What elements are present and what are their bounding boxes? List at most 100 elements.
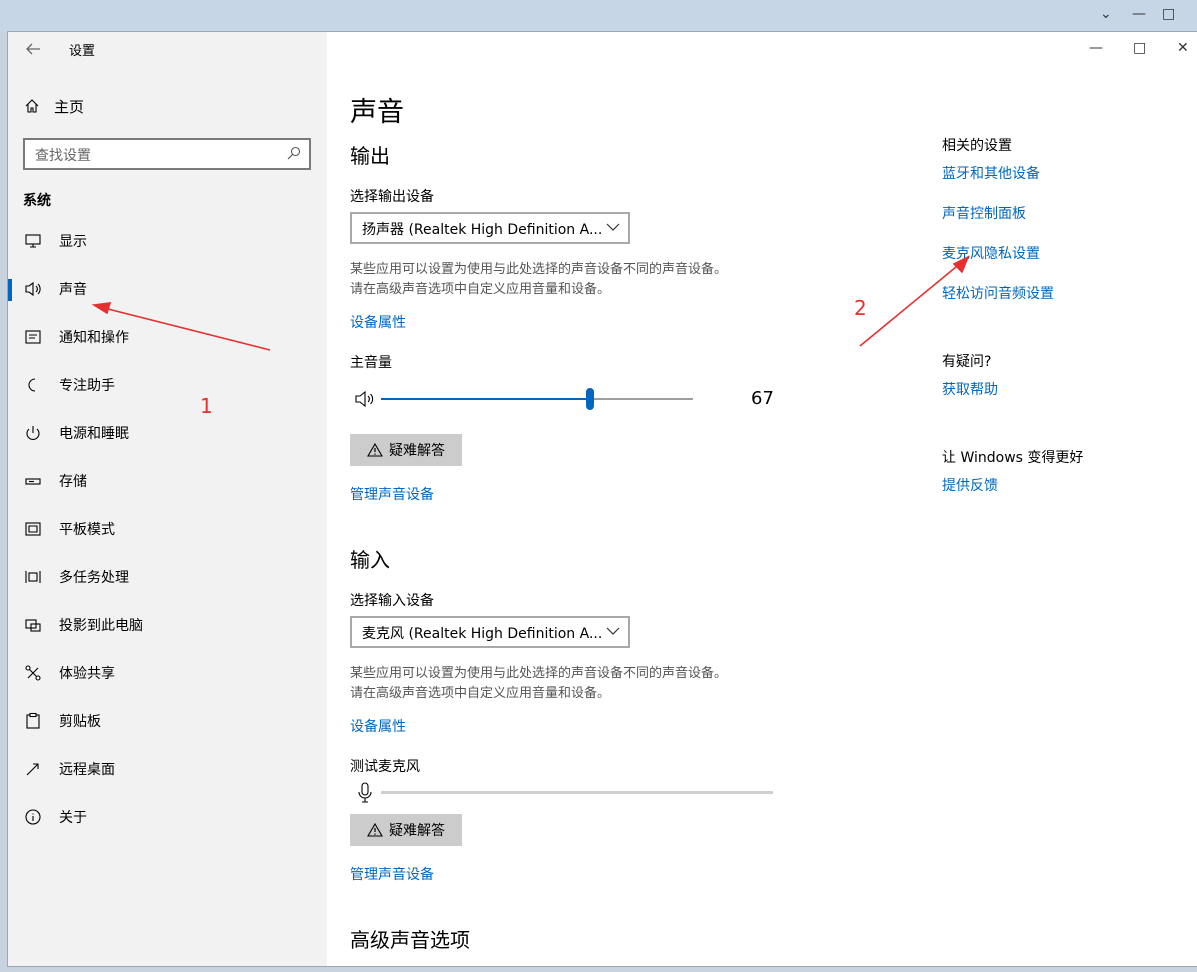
sidebar-home-label: 主页 bbox=[54, 97, 85, 116]
volume-slider[interactable] bbox=[381, 388, 693, 410]
sidebar-item-label: 通知和操作 bbox=[59, 330, 129, 346]
chevron-down-icon bbox=[606, 223, 620, 231]
clipboard-icon bbox=[23, 711, 43, 731]
advanced-heading: 高级声音选项 bbox=[350, 928, 470, 952]
home-icon bbox=[25, 99, 39, 113]
input-troubleshoot-label: 疑难解答 bbox=[389, 823, 445, 839]
output-description-line1: 某些应用可以设置为使用与此处选择的声音设备不同的声音设备。 bbox=[350, 262, 728, 277]
related-link-bluetooth[interactable]: 蓝牙和其他设备 bbox=[942, 163, 1040, 183]
input-manage-link[interactable]: 管理声音设备 bbox=[350, 864, 434, 884]
output-description-line2: 请在高级声音选项中自定义应用音量和设备。 bbox=[350, 282, 611, 297]
feedback-heading: 让 Windows 变得更好 bbox=[942, 450, 1084, 466]
main-content: — □ ✕ 声音 输出 选择输出设备 扬声器 (Realtek High Def… bbox=[327, 32, 1197, 966]
chevron-down-icon[interactable]: ⌄ bbox=[1100, 6, 1112, 22]
sidebar-item[interactable]: 剪贴板 bbox=[8, 705, 327, 737]
close-icon[interactable]: ✕ bbox=[1177, 40, 1189, 56]
warning-icon bbox=[367, 443, 383, 457]
output-properties-link[interactable]: 设备属性 bbox=[350, 312, 406, 332]
sidebar-item-label: 专注助手 bbox=[59, 378, 115, 394]
output-device-value: 扬声器 (Realtek High Definition A... bbox=[362, 222, 603, 238]
project-icon bbox=[23, 615, 43, 635]
maximize-icon[interactable]: □ bbox=[1133, 40, 1146, 56]
search-placeholder: 查找设置 bbox=[35, 148, 91, 164]
speaker-icon bbox=[23, 279, 43, 299]
test-mic-label: 测试麦克风 bbox=[350, 759, 420, 775]
tablet-icon bbox=[23, 519, 43, 539]
share-icon bbox=[23, 663, 43, 683]
moon-icon bbox=[23, 375, 43, 395]
sidebar-home[interactable]: 主页 bbox=[24, 95, 84, 117]
output-troubleshoot-label: 疑难解答 bbox=[389, 443, 445, 459]
sidebar-item[interactable]: 声音 bbox=[8, 273, 327, 305]
input-description-line1: 某些应用可以设置为使用与此处选择的声音设备不同的声音设备。 bbox=[350, 666, 728, 681]
settings-window: 设置 主页 查找设置 系统 显示 声音 通知和操作 专注助手 电源和睡眠 存储 平板模式 多任… bbox=[8, 32, 1197, 966]
power-icon bbox=[23, 423, 43, 443]
microphone-icon bbox=[358, 782, 372, 803]
chevron-down-icon bbox=[606, 627, 620, 635]
warning-icon bbox=[367, 823, 383, 837]
sidebar-item[interactable]: 通知和操作 bbox=[8, 321, 327, 353]
monitor-icon bbox=[23, 231, 43, 251]
output-heading: 输出 bbox=[350, 144, 390, 168]
sidebar-item[interactable]: 多任务处理 bbox=[8, 561, 327, 593]
multitask-icon bbox=[23, 567, 43, 587]
sidebar-item[interactable]: 关于 bbox=[8, 801, 327, 833]
input-device-value: 麦克风 (Realtek High Definition A... bbox=[362, 626, 603, 642]
sidebar-item-label: 平板模式 bbox=[59, 522, 115, 538]
search-icon bbox=[287, 146, 301, 160]
sidebar-item-label: 多任务处理 bbox=[59, 570, 129, 586]
mic-level-meter bbox=[381, 791, 773, 794]
output-troubleshoot-button[interactable]: 疑难解答 bbox=[350, 434, 462, 466]
volume-label: 主音量 bbox=[350, 355, 392, 371]
background-window-titlebar: ⌄ — □ bbox=[0, 0, 1197, 32]
input-select-label: 选择输入设备 bbox=[350, 593, 434, 609]
sidebar: 设置 主页 查找设置 系统 显示 声音 通知和操作 专注助手 电源和睡眠 存储 平板模式 多任… bbox=[8, 32, 327, 966]
output-device-select[interactable]: 扬声器 (Realtek High Definition A... bbox=[350, 212, 630, 244]
output-description: 某些应用可以设置为使用与此处选择的声音设备不同的声音设备。 请在高级声音选项中自… bbox=[350, 260, 727, 300]
sidebar-item[interactable]: 专注助手 bbox=[8, 369, 327, 401]
input-description: 某些应用可以设置为使用与此处选择的声音设备不同的声音设备。 请在高级声音选项中自… bbox=[350, 664, 727, 704]
related-link-mic-privacy[interactable]: 麦克风隐私设置 bbox=[942, 243, 1040, 263]
input-description-line2: 请在高级声音选项中自定义应用音量和设备。 bbox=[350, 686, 611, 701]
speaker-icon[interactable] bbox=[354, 390, 376, 408]
output-select-label: 选择输出设备 bbox=[350, 189, 434, 205]
notification-icon bbox=[23, 327, 43, 347]
maximize-icon[interactable]: □ bbox=[1162, 6, 1175, 22]
back-arrow-icon[interactable] bbox=[24, 40, 42, 58]
sidebar-item-label: 存储 bbox=[59, 474, 87, 490]
get-help-link[interactable]: 获取帮助 bbox=[942, 379, 998, 399]
info-icon bbox=[23, 807, 43, 827]
output-manage-link[interactable]: 管理声音设备 bbox=[350, 484, 434, 504]
page-title: 声音 bbox=[350, 97, 404, 128]
related-settings-heading: 相关的设置 bbox=[942, 138, 1012, 154]
sidebar-item-label: 投影到此电脑 bbox=[59, 618, 143, 634]
volume-slider-thumb[interactable] bbox=[586, 388, 595, 410]
annotation-label-2: 2 bbox=[854, 296, 867, 320]
sidebar-item-label: 关于 bbox=[59, 810, 87, 826]
sidebar-item[interactable]: 远程桌面 bbox=[8, 753, 327, 785]
search-input[interactable]: 查找设置 bbox=[23, 138, 311, 170]
sidebar-item[interactable]: 体验共享 bbox=[8, 657, 327, 689]
sidebar-item[interactable]: 投影到此电脑 bbox=[8, 609, 327, 641]
related-link-sound-control-panel[interactable]: 声音控制面板 bbox=[942, 203, 1026, 223]
sidebar-item-label: 剪贴板 bbox=[59, 714, 101, 730]
sidebar-item[interactable]: 存储 bbox=[8, 465, 327, 497]
annotation-label-1: 1 bbox=[200, 394, 213, 418]
sidebar-item[interactable]: 显示 bbox=[8, 225, 327, 257]
minimize-icon[interactable]: — bbox=[1089, 40, 1103, 56]
sidebar-item[interactable]: 电源和睡眠 bbox=[8, 417, 327, 449]
remote-desktop-icon bbox=[23, 759, 43, 779]
related-link-ease-of-access-audio[interactable]: 轻松访问音频设置 bbox=[942, 283, 1054, 303]
input-troubleshoot-button[interactable]: 疑难解答 bbox=[350, 814, 462, 846]
sidebar-item-label: 体验共享 bbox=[59, 666, 115, 682]
input-device-select[interactable]: 麦克风 (Realtek High Definition A... bbox=[350, 616, 630, 648]
storage-icon bbox=[23, 471, 43, 491]
sidebar-item-label: 显示 bbox=[59, 234, 87, 250]
give-feedback-link[interactable]: 提供反馈 bbox=[942, 475, 998, 495]
minimize-icon[interactable]: — bbox=[1132, 6, 1146, 22]
sidebar-item-label: 远程桌面 bbox=[59, 762, 115, 778]
sidebar-item[interactable]: 平板模式 bbox=[8, 513, 327, 545]
app-title: 设置 bbox=[69, 44, 96, 59]
input-properties-link[interactable]: 设备属性 bbox=[350, 716, 406, 736]
volume-slider-fill bbox=[381, 398, 591, 400]
